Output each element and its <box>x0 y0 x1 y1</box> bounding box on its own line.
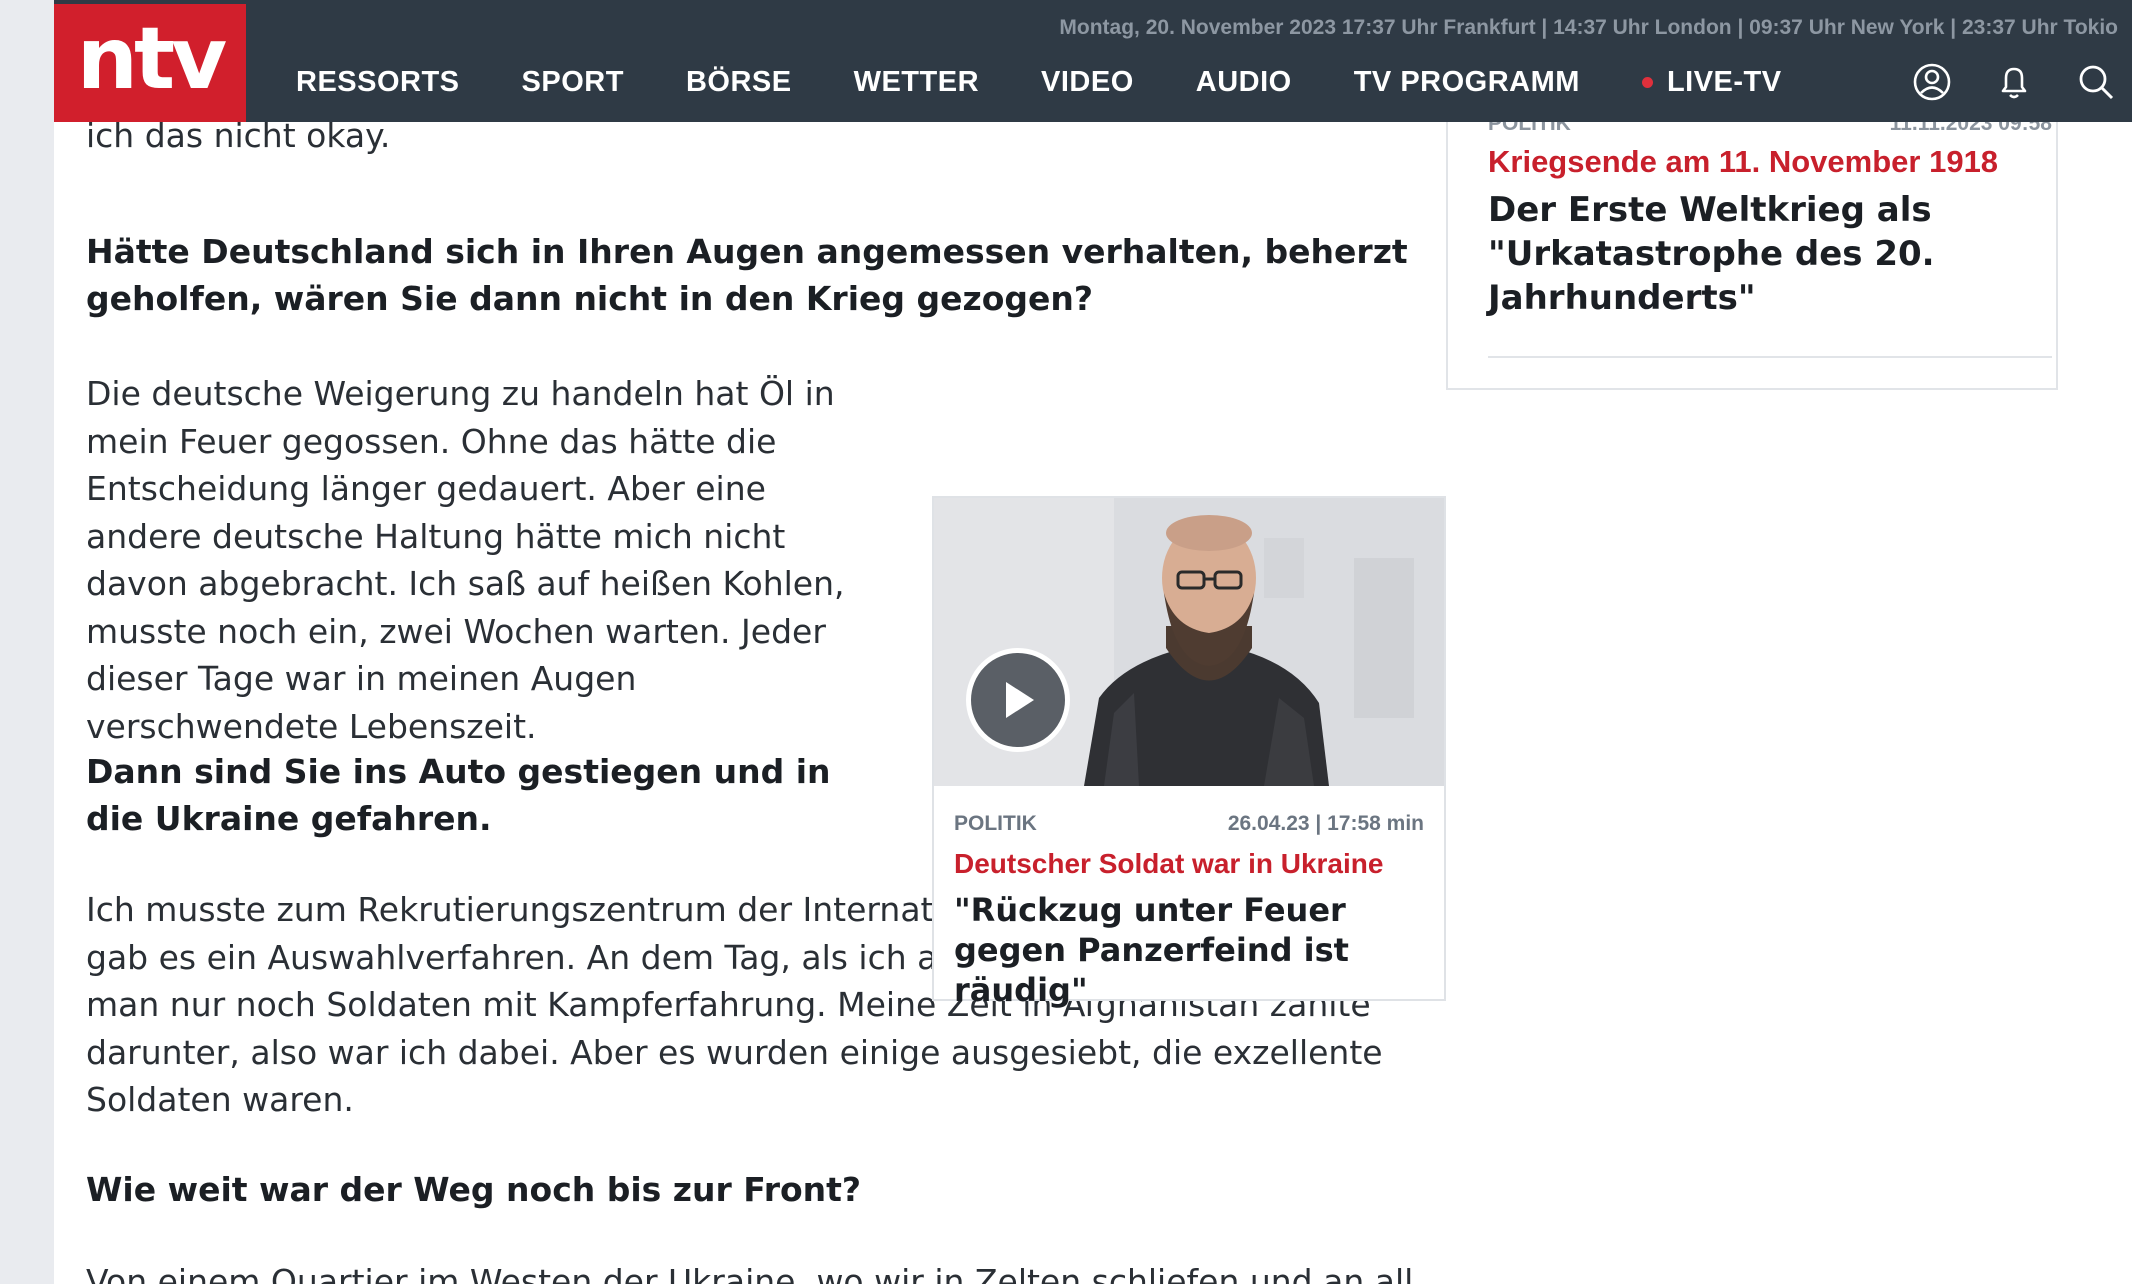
interview-question: Dann sind Sie ins Auto gestiegen und in … <box>86 752 831 838</box>
nav-item-tv-programm[interactable]: TV PROGRAMM <box>1354 66 1580 99</box>
sidebar-title[interactable]: Der Erste Weltkrieg als "Urkatastrophe d… <box>1488 188 2028 320</box>
nav-item-video[interactable]: VIDEO <box>1041 66 1134 99</box>
nav-item-live-tv[interactable]: LIVE-TV <box>1641 66 1782 99</box>
video-section: POLITIK <box>954 812 1037 835</box>
nav-item-wetter[interactable]: WETTER <box>854 66 979 99</box>
nav-item-label: LIVE-TV <box>1666 66 1782 98</box>
play-triangle <box>1006 682 1034 718</box>
video-teaser-card[interactable]: POLITIK 26.04.23 | 17:58 min Deutscher S… <box>932 496 1446 1009</box>
play-icon[interactable] <box>966 648 1070 752</box>
divider <box>1488 356 2052 358</box>
video-meta: POLITIK 26.04.23 | 17:58 min <box>954 812 1424 836</box>
sidebar-teaser[interactable]: POLITIK 11.11.2023 09:58 Kriegsende am 1… <box>1446 90 2058 390</box>
video-kicker: Deutscher Soldat war in Ukraine <box>954 848 1384 879</box>
interview-question: Hätte Deutschland sich in Ihren Augen an… <box>86 232 1408 318</box>
interview-answer: Die deutsche Weigerung zu handeln hat Öl… <box>86 374 845 746</box>
page: ich das nicht okay. Hätte Deutschland si… <box>54 0 2132 1284</box>
header-icons <box>1912 62 2116 102</box>
site-header: ntv Montag, 20. November 2023 17:37 Uhr … <box>54 0 2132 122</box>
nav-item-ressorts[interactable]: RESSORTS <box>296 66 460 99</box>
video-thumbnail[interactable] <box>934 498 1444 786</box>
time-ticker: Montag, 20. November 2023 17:37 Uhr Fran… <box>1059 16 2118 39</box>
article-paragraph-partial: Von einem Quartier im Westen der Ukraine… <box>86 1262 1414 1284</box>
nav-item-audio[interactable]: AUDIO <box>1196 66 1292 99</box>
sidebar-kicker: Kriegsende am 11. November 1918 <box>1488 144 1999 179</box>
video-title[interactable]: "Rückzug unter Feuer gegen Panzerfeind i… <box>954 890 1424 1010</box>
ntv-logo[interactable]: ntv <box>54 4 246 122</box>
live-dot-icon <box>1641 77 1653 88</box>
interview-question: Wie weit war der Weg noch bis zur Front? <box>86 1170 862 1209</box>
logo-text: ntv <box>76 9 227 109</box>
nav-item-sport[interactable]: SPORT <box>522 66 624 99</box>
nav-item-boerse[interactable]: BÖRSE <box>686 66 792 99</box>
bell-icon[interactable] <box>1994 62 2034 102</box>
search-icon[interactable] <box>2076 62 2116 102</box>
main-nav: RESSORTS SPORT BÖRSE WETTER VIDEO AUDIO … <box>296 66 1782 99</box>
user-icon[interactable] <box>1912 62 1952 102</box>
video-date-duration: 26.04.23 | 17:58 min <box>1227 812 1424 835</box>
